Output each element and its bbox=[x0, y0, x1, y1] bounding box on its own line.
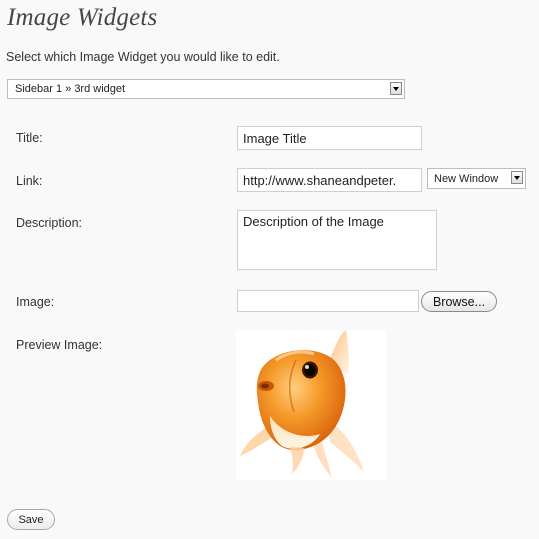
description-label: Description: bbox=[16, 216, 82, 230]
preview-image bbox=[236, 330, 386, 480]
link-label: Link: bbox=[16, 174, 43, 188]
select-arrow-icon bbox=[511, 171, 523, 184]
image-widgets-page: Image Widgets Select which Image Widget … bbox=[0, 0, 539, 539]
image-file-input[interactable] bbox=[237, 290, 419, 312]
page-title: Image Widgets bbox=[7, 4, 158, 31]
title-input[interactable] bbox=[237, 126, 422, 150]
browse-button[interactable]: Browse... bbox=[421, 291, 497, 312]
image-label: Image: bbox=[16, 295, 55, 309]
select-arrow-icon bbox=[390, 82, 402, 95]
preview-label: Preview Image: bbox=[16, 338, 103, 352]
link-target-select[interactable]: New Window bbox=[427, 168, 526, 189]
widget-select-value: Sidebar 1 » 3rd widget bbox=[15, 83, 126, 95]
description-textarea[interactable]: Description of the Image bbox=[237, 210, 437, 270]
link-input[interactable] bbox=[237, 168, 422, 192]
intro-text: Select which Image Widget you would like… bbox=[6, 50, 280, 64]
goldfish-image bbox=[236, 330, 386, 480]
save-button[interactable]: Save bbox=[7, 509, 55, 530]
widget-select[interactable]: Sidebar 1 » 3rd widget bbox=[7, 79, 405, 99]
link-target-value: New Window bbox=[434, 173, 499, 185]
title-label: Title: bbox=[16, 131, 43, 145]
